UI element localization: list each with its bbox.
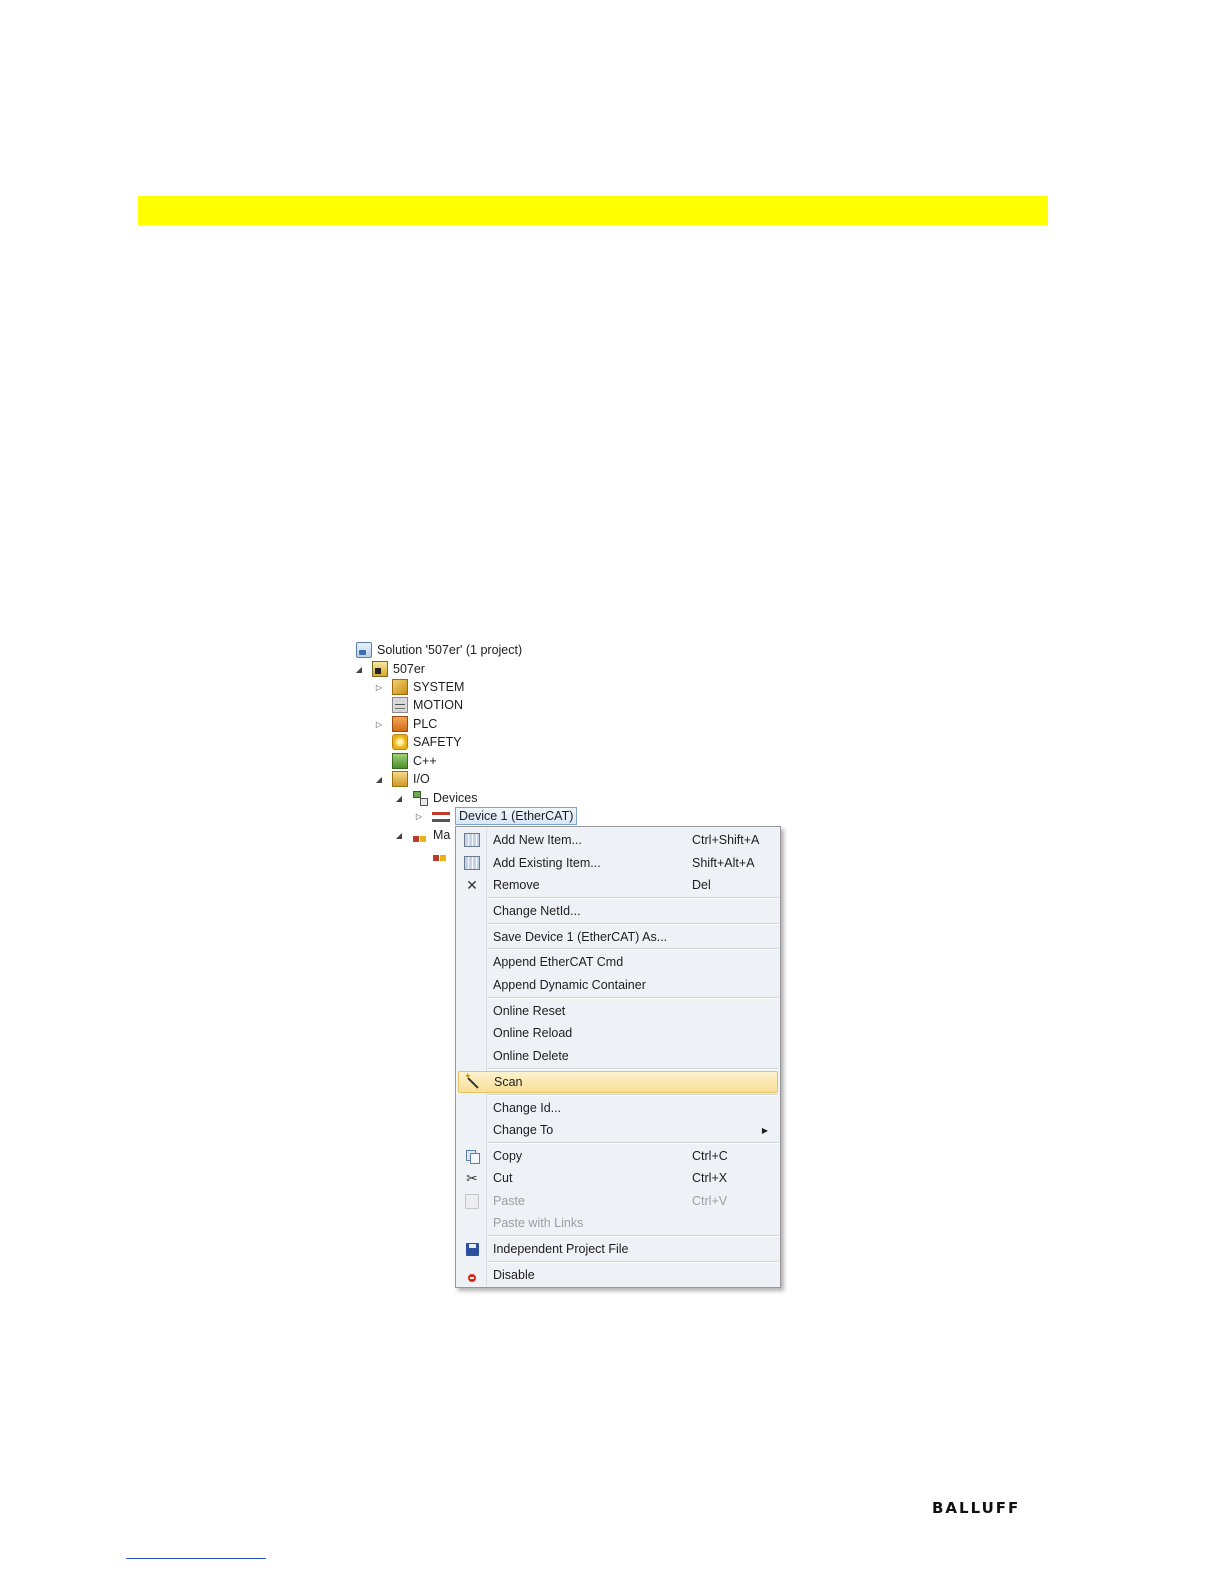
expanded-arrow-icon[interactable]: ◢ (394, 830, 404, 840)
tree-item-label: Devices (433, 791, 478, 805)
tree-item-device1[interactable]: ▷ Device 1 (EtherCAT) (414, 807, 578, 825)
menu-item-append-ethercat-cmd[interactable]: Append EtherCAT Cmd (458, 951, 778, 973)
menu-item-online-reload[interactable]: Online Reload (458, 1022, 778, 1044)
menu-item-paste-with-links[interactable]: Paste with Links (458, 1212, 778, 1234)
context-menu: Add New Item... Ctrl+Shift+A Add Existin… (455, 826, 781, 1288)
menu-item-independent-project-file[interactable]: Independent Project File (458, 1238, 778, 1260)
add-new-item-icon (464, 833, 480, 847)
solution-icon (356, 642, 372, 658)
expanded-arrow-icon[interactable]: ◢ (394, 793, 404, 803)
tree-item-label: Solution '507er' (1 project) (377, 643, 523, 657)
menu-item-append-dynamic-container[interactable]: Append Dynamic Container (458, 974, 778, 996)
menu-item-online-reset[interactable]: Online Reset (458, 1000, 778, 1022)
tree-item-solution[interactable]: Solution '507er' (1 project) (356, 641, 522, 659)
menu-separator (488, 923, 778, 925)
menu-separator (488, 897, 778, 899)
mapping-icon (432, 846, 448, 862)
tree-item-label-selected: Device 1 (EtherCAT) (455, 807, 578, 825)
footer-link-underline[interactable] (126, 1558, 266, 1559)
tree-item-devices[interactable]: ◢ Devices (394, 789, 477, 807)
tree-item-label: MOTION (413, 698, 463, 712)
scissors-icon: ✂ (466, 1169, 478, 1186)
tree-item-label: PLC (413, 717, 438, 731)
collapsed-arrow-icon[interactable]: ▷ (374, 682, 384, 692)
menu-item-copy[interactable]: Copy Ctrl+C (458, 1145, 778, 1167)
tree-item-label: I/O (413, 772, 430, 786)
tree-item-safety[interactable]: SAFETY (392, 733, 462, 751)
copy-icon (465, 1149, 480, 1164)
menu-item-save-device-as[interactable]: Save Device 1 (EtherCAT) As... (458, 926, 778, 948)
project-icon (372, 661, 388, 677)
disable-icon (468, 1274, 476, 1282)
tree-item-project[interactable]: ◢ 507er (354, 660, 425, 678)
menu-separator (488, 1094, 778, 1096)
tree-item-system[interactable]: ▷ SYSTEM (374, 678, 464, 696)
expanded-arrow-icon[interactable]: ◢ (374, 774, 384, 784)
safety-icon (392, 734, 408, 750)
tree-item-label: SYSTEM (413, 680, 465, 694)
tree-item-label: C++ (413, 754, 437, 768)
menu-separator (488, 1235, 778, 1237)
menu-item-add-existing-item[interactable]: Add Existing Item... Shift+Alt+A (458, 852, 778, 874)
tree-item-mapping-child[interactable] (432, 845, 453, 863)
magic-wand-icon (464, 1071, 480, 1089)
io-icon (392, 771, 408, 787)
menu-item-scan[interactable]: Scan (458, 1071, 778, 1093)
menu-item-change-id[interactable]: Change Id... (458, 1097, 778, 1119)
motion-icon (392, 697, 408, 713)
balluff-logo: BALLUFF (932, 1499, 1021, 1517)
plc-icon (392, 716, 408, 732)
devices-icon (412, 790, 428, 806)
expanded-arrow-icon[interactable]: ◢ (354, 664, 364, 674)
yellow-highlight-bar (138, 196, 1048, 225)
menu-separator (488, 997, 778, 999)
mappings-icon (412, 827, 428, 843)
menu-item-change-to[interactable]: Change To ▶ (458, 1119, 778, 1141)
menu-item-remove[interactable]: ✕ Remove Del (458, 874, 778, 896)
menu-item-online-delete[interactable]: Online Delete (458, 1045, 778, 1067)
tree-item-io[interactable]: ◢ I/O (374, 770, 430, 788)
floppy-disk-icon (465, 1242, 479, 1256)
collapsed-arrow-icon[interactable]: ▷ (414, 811, 424, 821)
system-icon (392, 679, 408, 695)
menu-item-change-netid[interactable]: Change NetId... (458, 900, 778, 922)
paste-icon (465, 1193, 479, 1209)
tree-item-motion[interactable]: MOTION (392, 696, 463, 714)
menu-item-disable[interactable]: Disable (458, 1264, 778, 1286)
menu-separator (488, 1142, 778, 1144)
menu-item-add-new-item[interactable]: Add New Item... Ctrl+Shift+A (458, 829, 778, 851)
menu-item-cut[interactable]: ✂ Cut Ctrl+X (458, 1167, 778, 1189)
cpp-icon (392, 753, 408, 769)
collapsed-arrow-icon[interactable]: ▷ (374, 719, 384, 729)
add-existing-item-icon (464, 856, 480, 870)
tree-item-mappings[interactable]: ◢ Ma (394, 826, 450, 844)
ethercat-device-icon (432, 812, 450, 822)
remove-x-icon: ✕ (466, 876, 478, 893)
submenu-arrow-icon: ▶ (761, 1125, 768, 1135)
menu-separator (488, 1261, 778, 1263)
tree-item-label: Ma (433, 828, 451, 842)
tree-item-cpp[interactable]: C++ (392, 752, 437, 770)
menu-separator (488, 1068, 778, 1070)
menu-item-paste[interactable]: Paste Ctrl+V (458, 1190, 778, 1212)
menu-separator (488, 948, 778, 950)
tree-item-plc[interactable]: ▷ PLC (374, 715, 437, 733)
tree-item-label: 507er (393, 662, 425, 676)
tree-item-label: SAFETY (413, 735, 462, 749)
